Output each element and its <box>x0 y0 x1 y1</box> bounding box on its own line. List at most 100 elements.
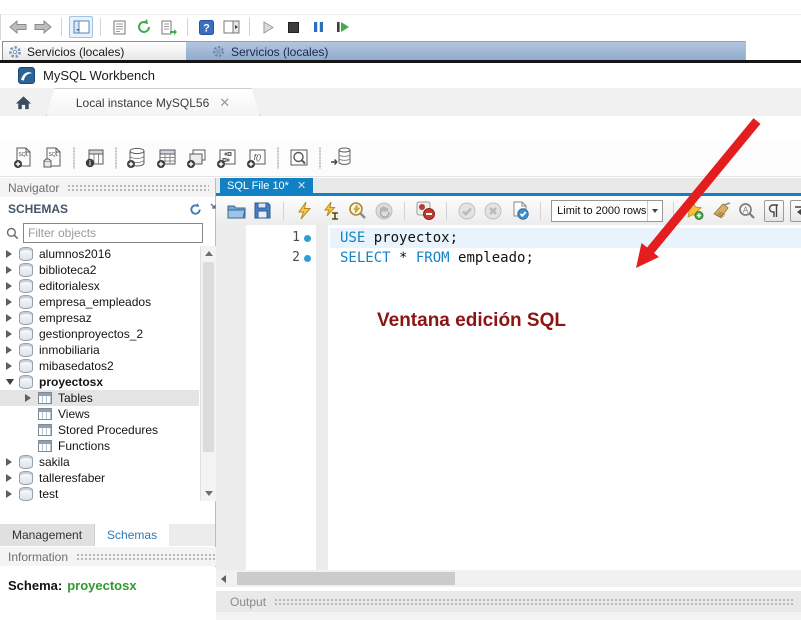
tree-item[interactable]: Views <box>0 406 199 422</box>
toggle-autocommit-icon[interactable] <box>510 200 531 222</box>
expand-arrow-icon[interactable] <box>6 314 17 322</box>
start-service-icon[interactable] <box>257 17 279 37</box>
back-icon[interactable] <box>7 17 29 37</box>
save-snippet-icon[interactable] <box>684 200 705 222</box>
tab-schemas[interactable]: Schemas <box>95 524 169 546</box>
export-list-icon[interactable] <box>158 17 180 37</box>
pause-service-icon[interactable] <box>307 17 329 37</box>
create-schema-icon[interactable] <box>124 144 150 172</box>
current-schema-value: proyectosx <box>67 578 136 593</box>
mysql-workbench-logo-icon <box>18 67 35 84</box>
expand-arrow-icon[interactable] <box>6 250 17 258</box>
expand-arrow-icon[interactable] <box>25 394 36 402</box>
tree-item[interactable]: talleresfaber <box>0 470 199 486</box>
toggle-stop-on-error-icon[interactable] <box>415 200 436 222</box>
table-inspector-icon[interactable]: i <box>82 144 108 172</box>
tree-item-label: empresa_empleados <box>39 295 151 309</box>
editor-horizontal-scrollbar[interactable] <box>216 570 801 587</box>
tree-item[interactable]: Stored Procedures <box>0 422 199 438</box>
tree-item[interactable]: mibasedatos2 <box>0 358 199 374</box>
commit-icon[interactable] <box>457 200 478 222</box>
limit-rows-dropdown[interactable]: Limit to 2000 rows <box>551 200 663 222</box>
expand-arrow-icon[interactable] <box>6 282 17 290</box>
stop-service-icon[interactable] <box>282 17 304 37</box>
services-local-tab[interactable]: Servicios (locales) <box>2 41 191 62</box>
expand-arrow-icon[interactable] <box>6 458 17 466</box>
toggle-invisibles-icon[interactable] <box>764 200 785 222</box>
expand-arrow-icon[interactable] <box>6 490 17 498</box>
create-function-icon[interactable]: f() <box>244 144 270 172</box>
schema-object-icon <box>38 424 52 436</box>
forward-icon[interactable] <box>32 17 54 37</box>
code-line-2[interactable]: 2 SELECT * FROM empleado; <box>216 248 801 268</box>
refresh-icon[interactable] <box>133 17 155 37</box>
tree-scrollbar[interactable] <box>200 246 216 501</box>
code-line-1[interactable]: 1 USE proyectox; <box>216 228 801 248</box>
schema-object-icon <box>19 327 33 341</box>
beautify-icon[interactable] <box>711 200 732 222</box>
sql-file-tab[interactable]: SQL File 10* ✕ <box>220 178 313 193</box>
scroll-left-icon[interactable] <box>221 575 226 583</box>
tree-item[interactable]: editorialesx <box>0 278 199 294</box>
tree-item[interactable]: Functions <box>0 438 199 454</box>
divider <box>61 18 62 36</box>
create-procedure-icon[interactable] <box>214 144 240 172</box>
expand-arrow-icon[interactable] <box>6 266 17 274</box>
explain-icon[interactable] <box>347 200 368 222</box>
scroll-up-icon[interactable] <box>205 251 213 256</box>
tree-item[interactable]: test <box>0 486 199 501</box>
search-table-data-icon[interactable] <box>286 144 312 172</box>
tree-item-label: proyectosx <box>39 375 103 389</box>
close-tab-icon[interactable]: ✕ <box>297 181 306 191</box>
expand-arrow-icon[interactable] <box>6 362 17 370</box>
show-action-pane-icon[interactable] <box>220 17 242 37</box>
scroll-down-icon[interactable] <box>205 491 213 496</box>
sql-file-tab-label: SQL File 10* <box>227 180 289 192</box>
tree-item[interactable]: alumnos2016 <box>0 246 199 262</box>
help-icon[interactable]: ? <box>195 17 217 37</box>
toggle-wrap-icon[interactable] <box>790 200 801 222</box>
navigator-title: Navigator <box>8 181 59 195</box>
rollback-icon[interactable] <box>483 200 504 222</box>
tree-item[interactable]: empresa_empleados <box>0 294 199 310</box>
expand-arrow-icon[interactable] <box>6 298 17 306</box>
filter-objects-input[interactable] <box>23 223 203 243</box>
expand-arrow-icon[interactable] <box>6 474 17 482</box>
restart-service-icon[interactable] <box>332 17 354 37</box>
connection-tab[interactable]: Local instance MySQL56 ✕ <box>46 88 260 116</box>
open-file-icon[interactable] <box>226 200 247 222</box>
save-icon[interactable] <box>253 200 274 222</box>
execute-current-statement-icon[interactable] <box>321 200 342 222</box>
expand-arrow-icon[interactable] <box>6 379 17 385</box>
output-title: Output <box>230 595 266 609</box>
refresh-schemas-icon[interactable] <box>188 203 203 216</box>
tree-item[interactable]: sakila <box>0 454 199 470</box>
expand-arrow-icon[interactable] <box>6 346 17 354</box>
tree-item-label: biblioteca2 <box>39 263 96 277</box>
tab-management[interactable]: Management <box>0 524 95 546</box>
tree-item[interactable]: empresaz <box>0 310 199 326</box>
expand-arrow-icon[interactable] <box>6 330 17 338</box>
sql-code-editor[interactable]: 1 USE proyectox; 2 SELECT * FROM emplead… <box>216 225 801 570</box>
stop-icon[interactable] <box>374 200 395 222</box>
scrollbar-thumb[interactable] <box>203 262 214 452</box>
create-table-icon[interactable] <box>154 144 180 172</box>
dropdown-arrow-icon[interactable] <box>647 201 662 221</box>
scrollbar-thumb[interactable] <box>237 572 455 585</box>
show-console-tree-icon[interactable] <box>69 16 93 38</box>
reconnect-dbms-icon[interactable] <box>328 144 354 172</box>
find-icon[interactable]: A <box>737 200 758 222</box>
close-tab-icon[interactable]: ✕ <box>219 98 230 108</box>
execute-icon[interactable] <box>294 200 315 222</box>
properties-icon[interactable] <box>108 17 130 37</box>
create-view-icon[interactable] <box>184 144 210 172</box>
open-sql-script-icon[interactable]: SQL <box>40 144 66 172</box>
services-right-pane-fragment <box>745 41 801 60</box>
tree-item[interactable]: inmobiliaria <box>0 342 199 358</box>
tree-item[interactable]: gestionproyectos_2 <box>0 326 199 342</box>
tree-item[interactable]: proyectosx <box>0 374 199 390</box>
tree-item[interactable]: biblioteca2 <box>0 262 199 278</box>
new-sql-editor-icon[interactable]: SQL <box>10 144 36 172</box>
home-tab[interactable] <box>0 89 46 116</box>
tree-item[interactable]: Tables <box>0 390 199 406</box>
